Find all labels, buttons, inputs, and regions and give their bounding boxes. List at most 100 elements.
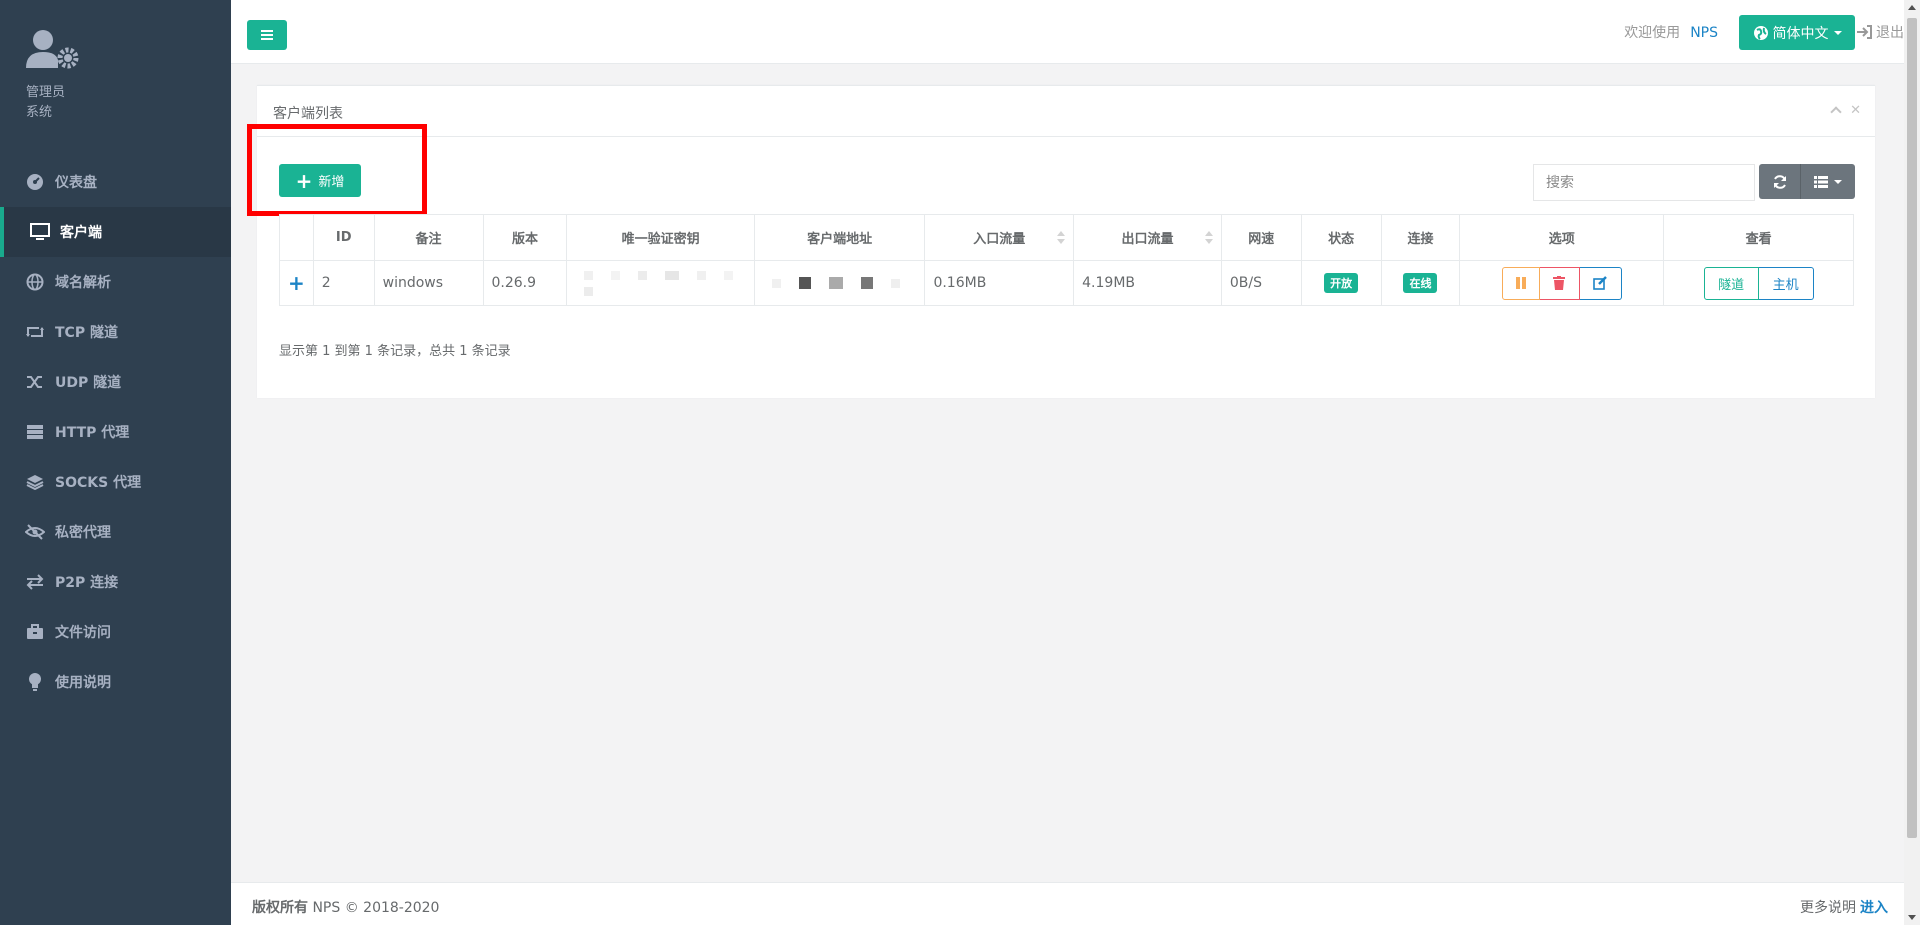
table-header-row: ID 备注 版本 唯一验证密钥 客户端地址 入口流量 出口流量 网速 状态 连接… [279,214,1854,261]
col-remark[interactable]: 备注 [373,214,484,261]
col-in-flow[interactable]: 入口流量 [924,214,1075,261]
hamburger-icon [261,30,273,40]
language-label: 简体中文 [1772,25,1829,42]
col-id[interactable]: ID [312,214,375,261]
col-out-flow[interactable]: 出口流量 [1073,214,1222,261]
sidebar-item-file[interactable]: 文件访问 [0,607,231,657]
scroll-down-icon[interactable] [1908,915,1916,920]
topbar: 欢迎使用 NPS 简体中文 退出 [231,0,1904,64]
sidebar-item-udp[interactable]: UDP 隧道 [0,357,231,407]
panel-tools: ✕ [1830,103,1861,118]
sidebar-item-secret[interactable]: 私密代理 [0,507,231,557]
edit-button[interactable] [1579,266,1622,300]
sidebar-item-socks[interactable]: SOCKS 代理 [0,457,231,507]
sidebar-item-label: 私密代理 [55,525,111,541]
sidebar-item-domain[interactable]: 域名解析 [0,257,231,307]
caret-down-icon [1834,179,1842,184]
logout-link[interactable]: 退出 [1856,22,1904,42]
cell-connection: 在线 [1380,260,1461,306]
exchange-icon [25,573,45,591]
view-tunnel-button[interactable]: 隧道 [1703,266,1759,300]
table-toolbar [1759,164,1855,199]
page-scrollbar[interactable] [1904,0,1920,925]
profile-role: 管理员 [26,85,66,100]
col-status[interactable]: 状态 [1300,214,1382,261]
trash-icon [1553,276,1566,290]
collapse-icon[interactable] [1830,106,1842,118]
panel-title: 客户端列表 [273,106,343,122]
menu-toggle-button[interactable] [247,20,287,50]
more-info: 更多说明 进入 [1800,897,1888,917]
col-version[interactable]: 版本 [482,214,568,261]
footer: 版权所有 NPS © 2018-2020 更多说明 进入 [231,882,1904,925]
sidebar-item-dashboard[interactable]: 仪表盘 [0,157,231,207]
sidebar-nav: 仪表盘 客户端 域名解析 TCP 隧道 UDP 隧道 HTTP 代理 SOCKS… [0,157,231,707]
sidebar-item-clients[interactable]: 客户端 [0,207,231,257]
view-button-group: 隧道 主机 [1703,266,1814,300]
pause-button[interactable] [1501,266,1540,300]
view-host-button[interactable]: 主机 [1758,266,1814,300]
brand-link[interactable]: NPS [1690,25,1718,41]
sidebar-item-p2p[interactable]: P2P 连接 [0,557,231,607]
sidebar-item-label: 文件访问 [55,625,111,641]
pause-icon [1515,277,1526,289]
cell-client-addr-masked [753,260,926,306]
sidebar: 管理员 系统 仪表盘 客户端 域名解析 TCP 隧道 UDP 隧道 HTTP 代… [0,0,231,925]
scroll-up-icon[interactable] [1908,5,1916,10]
client-list-panel: 客户端列表 ✕ + 新增 ID 备注 版本 唯一验证密钥 客户端地址 [247,85,1875,398]
monitor-icon [30,223,50,241]
col-expander [279,214,314,261]
scroll-thumb[interactable] [1907,18,1917,838]
lightbulb-icon [25,673,45,691]
list-icon [1814,175,1828,188]
refresh-button[interactable] [1759,164,1800,199]
sidebar-item-label: HTTP 代理 [55,425,130,441]
delete-button[interactable] [1539,266,1580,300]
sidebar-item-label: UDP 隧道 [55,375,122,391]
col-options: 选项 [1459,214,1665,261]
enter-link[interactable]: 进入 [1860,900,1888,916]
status-badge: 开放 [1324,273,1359,293]
copyright: 版权所有 NPS © 2018-2020 [252,897,439,917]
sign-out-icon [1857,25,1872,39]
col-connection[interactable]: 连接 [1380,214,1461,261]
cell-remark: windows [373,260,484,306]
language-dropdown[interactable]: 简体中文 [1739,15,1855,50]
table-row: + 2 windows 0.26.9 0.16MB 4.19MB 0B/S 开放… [279,260,1854,306]
server-icon [25,423,45,441]
panel-header: 客户端列表 ✕ [257,86,1875,137]
eye-slash-icon [25,523,45,541]
cell-in-flow: 0.16MB [924,260,1075,306]
close-icon[interactable]: ✕ [1850,103,1861,118]
globe-icon [1753,25,1768,40]
add-label: 新增 [318,175,345,190]
sidebar-item-label: 使用说明 [55,675,111,691]
cell-verify-key-masked [566,260,755,306]
sidebar-item-http[interactable]: HTTP 代理 [0,407,231,457]
plus-icon: + [295,168,313,193]
row-expand-icon[interactable]: + [279,260,314,306]
briefcase-icon [25,623,45,641]
edit-icon [1593,276,1608,290]
user-gear-icon[interactable] [26,28,80,76]
cell-speed: 0B/S [1220,260,1302,306]
copyright-text: NPS © 2018-2020 [312,900,440,916]
options-button-group [1501,266,1622,300]
add-client-button[interactable]: + 新增 [279,164,361,197]
search-input[interactable] [1533,164,1755,201]
col-verify-key[interactable]: 唯一验证密钥 [566,214,755,261]
client-table: ID 备注 版本 唯一验证密钥 客户端地址 入口流量 出口流量 网速 状态 连接… [279,214,1854,306]
welcome-text: 欢迎使用 NPS [1624,22,1718,42]
sidebar-item-tcp[interactable]: TCP 隧道 [0,307,231,357]
more-label: 更多说明 [1800,900,1856,916]
columns-dropdown-button[interactable] [1800,164,1855,199]
sidebar-item-label: 客户端 [60,225,102,241]
sidebar-item-label: SOCKS 代理 [55,475,142,491]
sidebar-item-label: P2P 连接 [55,575,119,591]
col-client-addr[interactable]: 客户端地址 [753,214,926,261]
pagination-info: 显示第 1 到第 1 条记录，总共 1 条记录 [279,344,511,359]
sidebar-item-help[interactable]: 使用说明 [0,657,231,707]
col-speed[interactable]: 网速 [1220,214,1302,261]
refresh-icon [1773,174,1786,189]
sidebar-item-label: 仪表盘 [55,175,97,191]
